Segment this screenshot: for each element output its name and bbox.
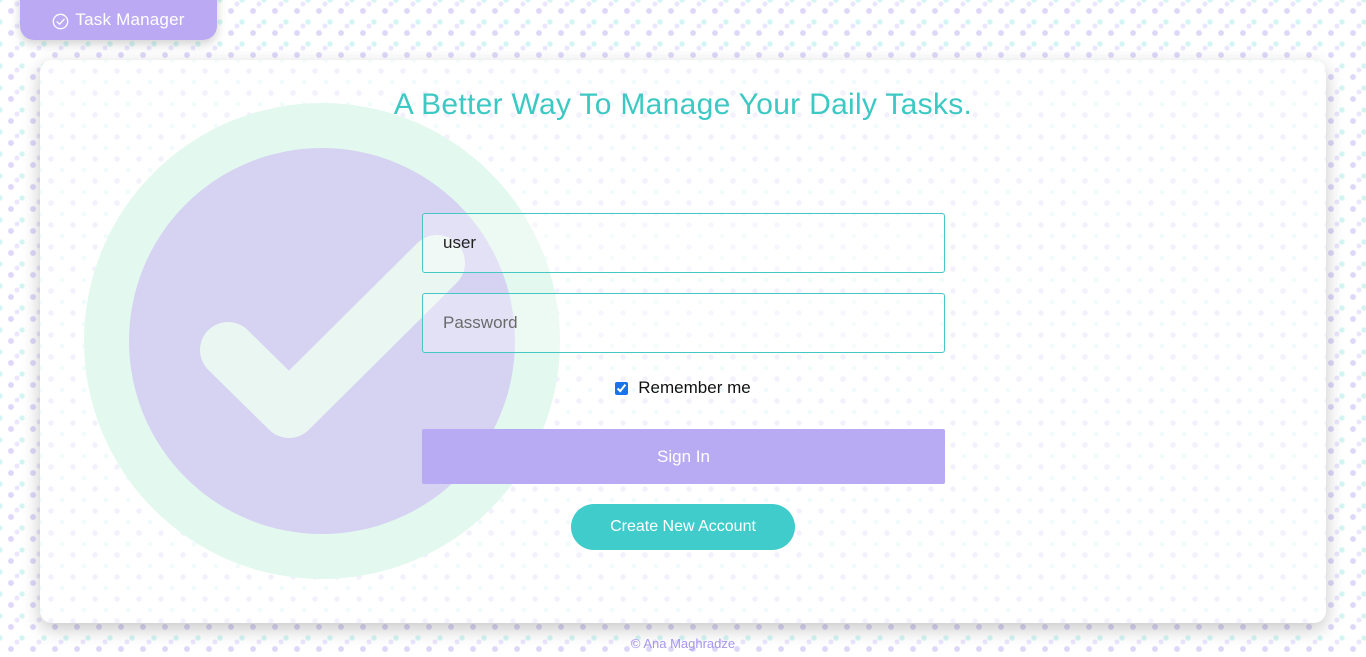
brand-label: Task Manager [75,10,185,29]
page-headline: A Better Way To Manage Your Daily Tasks. [393,88,973,121]
remember-me-checkbox[interactable] [615,381,629,395]
check-circle-icon [52,13,69,30]
sign-in-button[interactable]: Sign In [422,429,945,484]
login-card: A Better Way To Manage Your Daily Tasks.… [40,60,1326,623]
password-input[interactable] [422,293,945,353]
create-account-button[interactable]: Create New Account [571,504,795,550]
remember-me-row: Remember me [40,378,1326,398]
remember-me-label[interactable]: Remember me [638,378,750,398]
username-input[interactable] [422,213,945,273]
footer-credit: © Ana Maghradze [630,636,736,651]
brand-tab[interactable]: Task Manager [20,0,217,40]
